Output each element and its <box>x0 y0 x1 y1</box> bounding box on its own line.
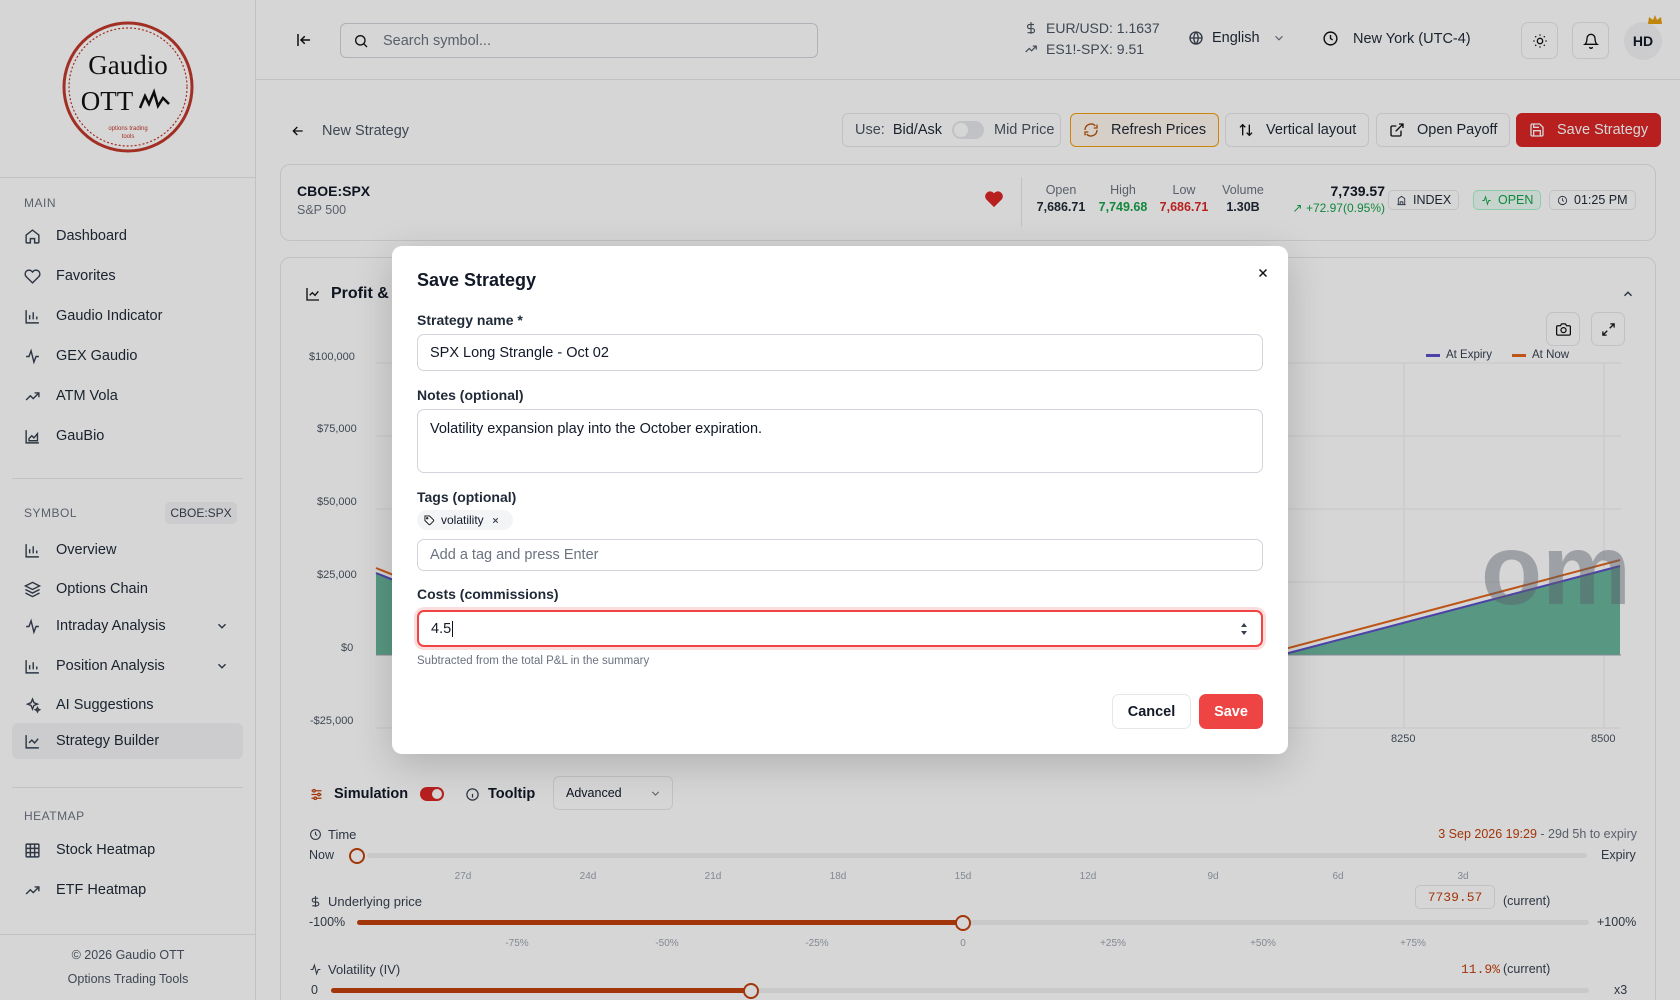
text-caret <box>452 620 454 637</box>
save-strategy-dialog: Save Strategy Strategy name * Notes (opt… <box>392 246 1288 754</box>
costs-value: 4.5 <box>431 620 452 637</box>
costs-help-text: Subtracted from the total P&L in the sum… <box>417 655 650 667</box>
costs-label: Costs (commissions) <box>417 586 559 602</box>
costs-input[interactable]: 4.5 <box>417 610 1263 647</box>
save-button[interactable]: Save <box>1199 694 1263 729</box>
dialog-title: Save Strategy <box>417 270 537 290</box>
tags-label: Tags (optional) <box>417 489 517 505</box>
notes-label: Notes (optional) <box>417 387 524 403</box>
tag-chip: volatility <box>417 510 513 530</box>
app-root: Gaudio OTT options trading tools MAIN Da… <box>0 0 1680 1000</box>
tag-label: volatility <box>441 513 484 527</box>
tag-icon <box>424 514 435 525</box>
tag-input[interactable] <box>417 539 1263 571</box>
cancel-button[interactable]: Cancel <box>1112 694 1191 729</box>
notes-textarea[interactable]: Volatility expansion play into the Octob… <box>417 409 1263 473</box>
strategy-name-label: Strategy name * <box>417 312 523 328</box>
number-stepper-icon[interactable] <box>1239 621 1249 637</box>
close-icon <box>1258 268 1268 278</box>
strategy-name-input[interactable] <box>417 334 1263 371</box>
remove-tag-icon[interactable] <box>491 516 500 525</box>
close-button[interactable] <box>1250 260 1276 286</box>
